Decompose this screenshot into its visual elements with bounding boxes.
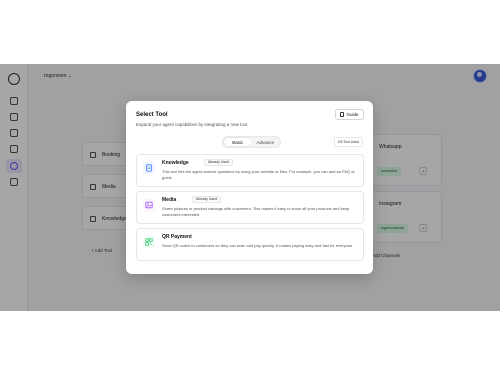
modal-subtitle: Expand your agent capabilities by integr… [136,122,249,127]
already-used-badge: Already Used [192,196,222,203]
qr-icon [143,236,155,248]
select-tool-modal: Select Tool Expand your agent capabiliti… [126,101,373,274]
tab-basic[interactable]: Basic [224,138,252,146]
already-used-badge: Already Used [204,159,234,166]
tool-option-knowledge[interactable]: Knowledge Already Used This tool lets th… [136,154,364,187]
guide-label: Guide [346,112,359,117]
tool-description: Share pictures or product catalogs with … [162,206,350,217]
tool-name: Knowledge [162,160,189,166]
guide-button[interactable]: Guide [335,109,364,120]
tool-description: Send QR codes to customers so they can s… [162,243,354,248]
tool-name: Media [162,197,177,203]
tool-name: QR Payment [162,234,192,240]
tool-option-qr-payment[interactable]: QR Payment Send QR codes to customers so… [136,228,364,261]
tool-option-media[interactable]: Media Already Used Share pictures or pro… [136,191,364,224]
tool-description: This tool lets the agent answer question… [162,169,355,180]
book-icon [340,112,345,117]
tool-type-tabs: Basic Advance [222,136,281,148]
image-icon [143,199,155,211]
modal-title: Select Tool [136,112,168,118]
tools-used-badge: 2/6 Tool Used [333,137,363,147]
document-icon [143,162,155,174]
tab-advance[interactable]: Advance [252,138,280,146]
